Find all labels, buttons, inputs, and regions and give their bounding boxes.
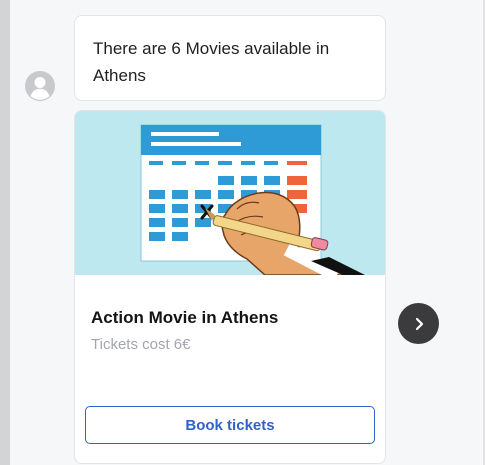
left-panel-edge (0, 0, 10, 465)
bot-message-bubble: There are 6 Movies available in Athens (74, 15, 386, 101)
calendar-hand-icon (75, 111, 385, 275)
card-subtitle: Tickets cost 6€ (91, 336, 191, 353)
card-title: Action Movie in Athens (91, 308, 279, 327)
carousel-next-button[interactable] (398, 303, 439, 344)
movie-card: Action Movie in Athens Tickets cost 6€ B… (74, 110, 386, 464)
bot-avatar-icon (25, 71, 55, 101)
bot-message-text: There are 6 Movies available in Athens (93, 39, 330, 85)
book-tickets-button[interactable]: Book tickets (85, 406, 375, 444)
chevron-right-icon (415, 317, 423, 330)
